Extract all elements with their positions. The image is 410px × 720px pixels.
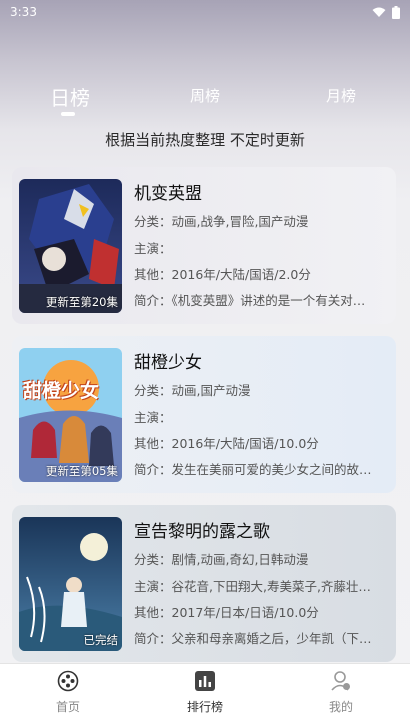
night-poster-image	[19, 517, 122, 651]
status-icons	[372, 5, 400, 19]
chart-icon	[195, 671, 215, 691]
anime-genre-2: 分类：动画,国产动漫	[134, 383, 251, 398]
anime-other-2: 其他：2016年/大陆/国语/10.0分	[134, 436, 319, 451]
anime-genre-1: 分类：动画,战争,冒险,国产动漫	[134, 214, 309, 229]
tab-daily[interactable]: 日榜	[50, 82, 90, 111]
film-reel-icon	[57, 670, 79, 692]
nav-profile[interactable]: 我的	[311, 670, 371, 715]
anime-other-3: 其他：2017年/日本/日语/10.0分	[134, 605, 319, 620]
anime-genre-3: 分类：剧情,动画,奇幻,日韩动漫	[134, 552, 309, 567]
anime-cast-1: 主演：	[134, 241, 172, 256]
girls-poster-image	[19, 348, 122, 482]
anime-card-2[interactable]: 甜橙少女 更新至第05集 甜橙少女 分类：动画,国产动漫 主演： 其他：2016…	[12, 336, 396, 493]
status-bar: 3:33	[0, 0, 410, 24]
cover-badge-1: 更新至第20集	[45, 295, 118, 309]
active-tab-indicator	[61, 112, 75, 116]
nav-home-label: 首页	[55, 700, 80, 714]
anime-title-2: 甜橙少女	[134, 353, 202, 373]
battery-icon	[392, 5, 400, 19]
anime-title-3: 宣告黎明的露之歌	[134, 522, 270, 542]
cover-badge-3: 已完结	[83, 633, 119, 647]
nav-home[interactable]: 首页	[38, 670, 98, 715]
ranking-subtitle: 根据当前热度整理 不定时更新	[105, 131, 305, 149]
anime-card-1[interactable]: 更新至第20集 机变英盟 分类：动画,战争,冒险,国产动漫 主演： 其他：201…	[12, 167, 396, 324]
anime-cover-1[interactable]: 更新至第20集	[19, 179, 122, 313]
anime-cast-3: 主演：谷花音,下田翔大,寿美菜子,齐藤壮…	[134, 579, 371, 594]
anime-other-1: 其他：2016年/大陆/国语/2.0分	[134, 267, 311, 282]
tab-monthly[interactable]: 月榜	[326, 85, 356, 106]
status-time: 3:33	[10, 5, 37, 19]
wifi-icon	[372, 7, 386, 17]
nav-ranking[interactable]: 排行榜	[175, 670, 235, 715]
anime-cover-3[interactable]: 已完结	[19, 517, 122, 651]
user-icon	[331, 671, 350, 691]
robot-poster-image	[19, 179, 122, 313]
bottom-navigation: 首页 排行榜 我的	[0, 663, 410, 720]
anime-intro-1: 简介：《机变英盟》讲述的是一个有关对…	[134, 293, 366, 308]
anime-cover-2[interactable]: 甜橙少女 更新至第05集	[19, 348, 122, 482]
tab-weekly[interactable]: 周榜	[190, 85, 220, 106]
anime-intro-3: 简介：父亲和母亲离婚之后，少年凯（下…	[134, 631, 372, 646]
nav-profile-label: 我的	[328, 700, 353, 714]
anime-intro-2: 简介：发生在美丽可爱的美少女之间的故…	[134, 462, 372, 477]
anime-card-3[interactable]: 已完结 宣告黎明的露之歌 分类：剧情,动画,奇幻,日韩动漫 主演：谷花音,下田翔…	[12, 505, 396, 662]
nav-ranking-label: 排行榜	[186, 700, 223, 714]
anime-title-1: 机变英盟	[134, 184, 202, 204]
cover-logo-text-2: 甜橙少女	[23, 380, 100, 402]
cover-badge-2: 更新至第05集	[45, 464, 118, 478]
anime-cast-2: 主演：	[134, 410, 172, 425]
